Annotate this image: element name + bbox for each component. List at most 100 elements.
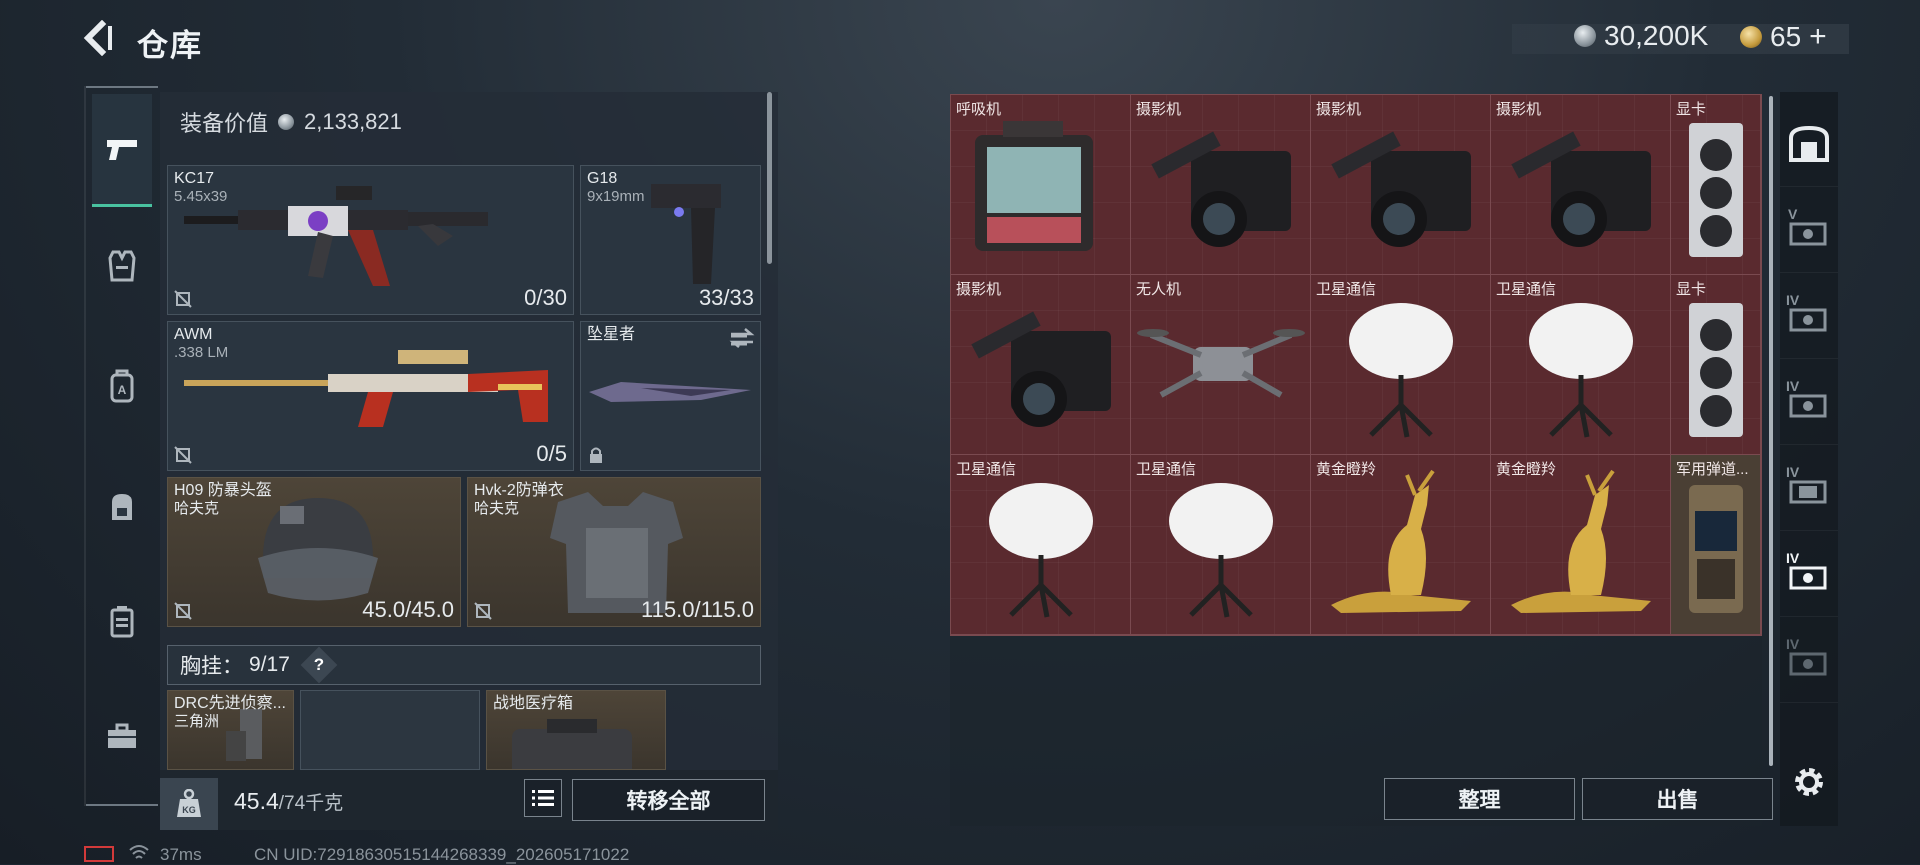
ping-display: 37ms bbox=[160, 845, 202, 864]
nav-backpack-a-tab[interactable]: A bbox=[96, 356, 148, 416]
no-insurance-icon bbox=[474, 602, 492, 620]
weapon-name: G18 bbox=[587, 170, 618, 187]
tier-label: IV bbox=[1786, 550, 1800, 566]
container-tab-3[interactable]: IV bbox=[1780, 360, 1838, 445]
grid-item[interactable]: 卫星通信 bbox=[1491, 275, 1671, 455]
transfer-all-button[interactable]: 转移全部 bbox=[572, 779, 765, 821]
swap-icon[interactable] bbox=[729, 326, 755, 355]
camera-icon bbox=[1511, 131, 1651, 247]
nav-backpack-tab[interactable] bbox=[96, 476, 148, 536]
satellite-dish-icon bbox=[1169, 483, 1273, 618]
chest-rig-label: 胸挂： bbox=[180, 655, 243, 678]
pistol-slot[interactable]: G18 9x19mm 33/33 bbox=[580, 165, 761, 315]
nav-toolbox-tab[interactable] bbox=[96, 706, 148, 766]
nav-top-line bbox=[86, 86, 158, 88]
gold-coin-icon bbox=[1740, 26, 1762, 48]
currency-display[interactable]: 30,200K bbox=[1574, 20, 1708, 52]
container-tab-2[interactable]: IV bbox=[1780, 274, 1838, 359]
camera-icon bbox=[1331, 131, 1471, 247]
grid-item[interactable]: 显卡 bbox=[1671, 275, 1761, 455]
nav-case-tab[interactable] bbox=[96, 591, 148, 651]
sell-button[interactable]: 出售 bbox=[1582, 778, 1773, 820]
armor-slot[interactable]: Hvk-2防弹衣 哈夫克 115.0/115.0 bbox=[467, 477, 761, 627]
container-tab-5-active[interactable]: IV bbox=[1780, 532, 1838, 617]
ammo-count: 0/5 bbox=[536, 441, 567, 466]
settings-button[interactable] bbox=[1780, 740, 1838, 824]
list-view-button[interactable] bbox=[524, 779, 562, 817]
chest-item-slot-empty[interactable] bbox=[300, 690, 480, 770]
weapon-caliber: .338 LM bbox=[174, 344, 229, 361]
nav-weapons-tab[interactable] bbox=[92, 94, 152, 207]
golden-gazelle-icon bbox=[1331, 469, 1471, 613]
grid-item[interactable]: 摄影机 bbox=[951, 275, 1131, 455]
grid-item[interactable]: 显卡 bbox=[1671, 95, 1761, 275]
grid-item[interactable]: 军用弹道... bbox=[1671, 455, 1761, 635]
chest-item-slot[interactable]: DRC先进侦察... 三角洲 bbox=[167, 690, 294, 770]
grid-scrollbar[interactable] bbox=[1769, 96, 1773, 766]
help-button[interactable]: ? bbox=[300, 646, 338, 684]
backpack-icon bbox=[112, 494, 132, 520]
grid-item[interactable]: 卫星通信 bbox=[1131, 455, 1311, 635]
wifi-icon bbox=[129, 845, 149, 859]
ammo-count: 33/33 bbox=[698, 285, 754, 310]
item-sub: 三角洲 bbox=[174, 713, 220, 730]
pistol-icon bbox=[107, 140, 137, 160]
sort-button[interactable]: 整理 bbox=[1384, 778, 1575, 820]
premium-currency-display[interactable]: 65 + bbox=[1740, 20, 1827, 54]
gpu-icon bbox=[1689, 123, 1743, 257]
grid-item[interactable]: 呼吸机 bbox=[951, 95, 1131, 275]
back-button[interactable] bbox=[82, 19, 114, 57]
nav-vest-tab[interactable] bbox=[96, 236, 148, 296]
tier-label: IV bbox=[1786, 636, 1800, 652]
gear-icon bbox=[1795, 768, 1823, 796]
chest-item-slot[interactable]: 战地医疗箱 bbox=[486, 690, 666, 770]
ventilator-icon bbox=[975, 121, 1093, 251]
container-tab-1[interactable]: V bbox=[1780, 188, 1838, 273]
ammo-count: 0/30 bbox=[524, 285, 567, 310]
help-icon: ? bbox=[313, 655, 325, 674]
helmet-brand: 哈夫克 bbox=[174, 500, 220, 517]
secondary-weapon-slot[interactable]: AWM .338 LM 0/5 bbox=[167, 321, 574, 471]
chest-rig-count: 9/17 bbox=[249, 653, 290, 676]
premium-plus[interactable]: + bbox=[1809, 20, 1827, 54]
equipment-value: 装备价值 2,133,821 bbox=[180, 106, 402, 138]
lock-icon bbox=[587, 446, 605, 464]
backpack-a-icon: A bbox=[110, 369, 134, 403]
page-title: 仓库 bbox=[137, 28, 203, 63]
container-tab-safe[interactable] bbox=[1780, 102, 1838, 187]
chest-rig-header: 胸挂： 9/17 ? bbox=[167, 645, 761, 685]
tier-label: V bbox=[1788, 206, 1798, 222]
safe-icon bbox=[1789, 126, 1829, 162]
golden-gazelle-icon bbox=[1511, 469, 1651, 613]
helmet-name: H09 防暴头盔 bbox=[174, 482, 272, 499]
grid-item[interactable]: 无人机 bbox=[1131, 275, 1311, 455]
svg-text:KG: KG bbox=[182, 805, 196, 815]
tier-label: IV bbox=[1786, 292, 1800, 308]
equipment-scrollbar[interactable] bbox=[767, 92, 772, 264]
primary-weapon-slot[interactable]: KC17 5.45x39 0/30 bbox=[167, 165, 574, 315]
helmet-slot[interactable]: H09 防暴头盔 哈夫克 45.0/45.0 bbox=[167, 477, 461, 627]
grid-item[interactable]: 卫星通信 bbox=[1311, 275, 1491, 455]
melee-name: 坠星者 bbox=[587, 326, 636, 343]
grid-item[interactable]: 卫星通信 bbox=[951, 455, 1131, 635]
container-tab-6[interactable]: IV bbox=[1780, 618, 1838, 703]
grid-item[interactable]: 摄影机 bbox=[1491, 95, 1671, 275]
weight-icon: KG bbox=[177, 789, 201, 817]
nav-bottom-line bbox=[86, 804, 158, 806]
grid-item[interactable]: 摄影机 bbox=[1311, 95, 1491, 275]
container-tab-4[interactable]: IV bbox=[1780, 446, 1838, 531]
weapon-caliber: 5.45x39 bbox=[174, 188, 228, 205]
armor-name: Hvk-2防弹衣 bbox=[474, 482, 564, 499]
toolbox-icon bbox=[108, 723, 136, 748]
rifle-icon bbox=[184, 186, 488, 286]
camera-icon bbox=[971, 311, 1111, 427]
grid-item[interactable]: 黄金瞪羚 bbox=[1491, 455, 1671, 635]
grid-item[interactable]: 摄影机 bbox=[1131, 95, 1311, 275]
no-insurance-icon bbox=[174, 446, 192, 464]
case-icon bbox=[110, 606, 134, 638]
melee-slot[interactable]: 坠星者 bbox=[580, 321, 761, 471]
grid-item[interactable]: 黄金瞪羚 bbox=[1311, 455, 1491, 635]
container-nav: V IV IV IV IV IV bbox=[1780, 92, 1838, 826]
helmet-durability: 45.0/45.0 bbox=[362, 597, 454, 622]
gpu-icon bbox=[1689, 303, 1743, 437]
